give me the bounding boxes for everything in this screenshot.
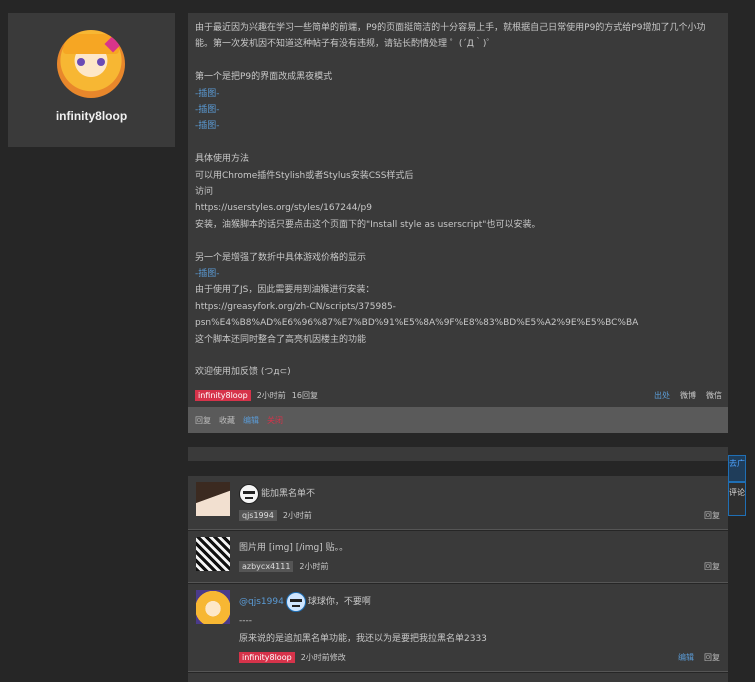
comment-item-partial — [188, 673, 728, 682]
post-line: 访问 — [195, 187, 214, 198]
post-line-blank — [195, 53, 721, 69]
post-line: 这个脚本还同时整合了高亮机因楼主的功能 — [195, 334, 367, 345]
comment-actions: 回复 — [704, 510, 720, 521]
comment-text: 能加黑名单不 — [261, 489, 316, 499]
post-line: 安装，油猴脚本的话只要点击这个页面下的"Install style as use… — [195, 219, 541, 230]
side-tab-comments[interactable]: 评论 — [728, 482, 746, 516]
comment-text-line: 图片用 [img] [/img] 贴。。 — [239, 539, 720, 557]
comment-separator: ---- — [239, 616, 252, 626]
author-avatar[interactable] — [57, 30, 125, 98]
emoticon-icon — [239, 484, 259, 504]
post-line: 可以用Chrome插件Stylish或者Stylus安装CSS样式后 — [195, 170, 414, 181]
share-source-link[interactable]: 出处 — [654, 390, 670, 401]
post-line-blank — [195, 135, 721, 151]
post-content: 由于最近因为兴趣在学习一些简单的前端，P9的页面挺简洁的十分容易上手，就根据自己… — [188, 13, 728, 407]
comment-meta: infinity8loop 2小时前修改 编辑 回复 — [239, 652, 720, 663]
post-line: 由于使用了JS，因此需要用到油猴进行安装： — [195, 285, 375, 296]
comment-body: 图片用 [img] [/img] 贴。。 — [239, 539, 720, 557]
comment-text: 图片用 [img] [/img] 贴。。 — [239, 543, 349, 553]
commenter-avatar[interactable] — [196, 537, 230, 571]
image-placeholder-link[interactable]: -插图- — [195, 266, 721, 282]
comment-text: 球球你，不要啊 — [307, 597, 371, 607]
commenter-avatar[interactable] — [196, 482, 230, 516]
comment-time: 2小时前 — [299, 562, 329, 571]
share-links: 出处 微博 微信 — [654, 390, 722, 401]
mention-link[interactable]: @qjs1994 — [239, 593, 284, 611]
commenter-tag[interactable]: qjs1994 — [239, 510, 277, 521]
post-line: 第一个是把P9的界面改成黑夜模式 — [195, 72, 333, 83]
side-tab-ad[interactable]: 去广 — [728, 455, 746, 482]
edit-button[interactable]: 编辑 — [243, 415, 259, 426]
post-line: 由于最近因为兴趣在学习一些简单的前端，P9的页面挺简洁的十分容易上手，就根据自己… — [195, 23, 706, 33]
post-time: 2小时前 — [256, 390, 286, 400]
post-line: 具体使用方法 — [195, 154, 250, 165]
comment-text-line: @qjs1994 球球你，不要啊 — [239, 592, 720, 612]
share-wechat-link[interactable]: 微信 — [706, 390, 722, 401]
post-line: 能。第一次发机因不知道这种帖子有没有违规，请钻长酌情处理 ゜(´Д｀)゜ — [195, 39, 496, 50]
image-placeholder-link[interactable]: -插图- — [195, 102, 721, 118]
comment-text-line: 原来说的是追加黑名单功能，我还以为是要把我拉黑名单2333 — [239, 634, 487, 644]
comment-reply-button[interactable]: 回复 — [704, 652, 720, 663]
avatar-eyes — [77, 58, 105, 66]
emoticon-icon — [285, 592, 306, 612]
comment-meta: qjs1994 2小时前 回复 — [239, 510, 720, 521]
comment-actions: 回复 — [704, 561, 720, 572]
reply-button[interactable]: 回复 — [195, 415, 211, 426]
comment-edit-button[interactable]: 编辑 — [678, 652, 694, 663]
comment-reply-button[interactable]: 回复 — [704, 561, 720, 572]
comment-item: @qjs1994 球球你，不要啊 ---- 原来说的是追加黑名单功能，我还以为是… — [188, 584, 728, 672]
favorite-button[interactable]: 收藏 — [219, 415, 235, 426]
author-username[interactable]: infinity8loop — [8, 109, 175, 123]
comment-body: 能加黑名单不 — [239, 484, 720, 504]
comment-reply-button[interactable]: 回复 — [704, 510, 720, 521]
comment-time: 2小时前修改 — [300, 653, 346, 662]
comment-actions: 编辑 回复 — [678, 652, 720, 663]
author-tag[interactable]: infinity8loop — [195, 389, 251, 401]
comment-item: 能加黑名单不 qjs1994 2小时前 回复 — [188, 476, 728, 530]
comment-meta: azbycx4111 2小时前 回复 — [239, 561, 720, 572]
comment-body: @qjs1994 球球你，不要啊 ---- 原来说的是追加黑名单功能，我还以为是… — [239, 592, 720, 648]
url-line: psn%E4%B8%AD%E6%96%87%E7%BD%91%E5%8A%9F%… — [195, 318, 639, 329]
post-line: 另一个是增强了数折中具体游戏价格的显示 — [195, 252, 367, 263]
post-line: 欢迎使用加反馈 (つд⊂) — [195, 367, 291, 378]
commenter-tag[interactable]: infinity8loop — [239, 652, 295, 663]
comment-text-line: 能加黑名单不 — [239, 484, 720, 504]
post-meta: infinity8loop 2小时前 16回复 出处 微博 微信 — [195, 389, 722, 401]
url-line: https://userstyles.org/styles/167244/p9 — [195, 203, 372, 214]
close-button[interactable]: 关闭 — [267, 415, 283, 426]
reply-count: 16回复 — [291, 390, 318, 400]
comments-header-bar — [188, 447, 728, 461]
comment-time: 2小时前 — [282, 511, 312, 520]
url-line: https://greasyfork.org/zh-CN/scripts/375… — [195, 301, 396, 312]
commenter-avatar[interactable] — [196, 590, 230, 624]
share-weibo-link[interactable]: 微博 — [680, 390, 696, 401]
image-placeholder-link[interactable]: -插图- — [195, 86, 721, 102]
commenter-tag[interactable]: azbycx4111 — [239, 561, 294, 572]
comment-item: 图片用 [img] [/img] 贴。。 azbycx4111 2小时前 回复 — [188, 531, 728, 583]
image-placeholder-link[interactable]: -插图- — [195, 118, 721, 134]
post-line-blank — [195, 348, 721, 364]
author-profile-card: infinity8loop — [8, 13, 175, 147]
post-actions-bar: 回复 收藏 编辑 关闭 — [188, 407, 728, 433]
post-line-blank — [195, 233, 721, 249]
